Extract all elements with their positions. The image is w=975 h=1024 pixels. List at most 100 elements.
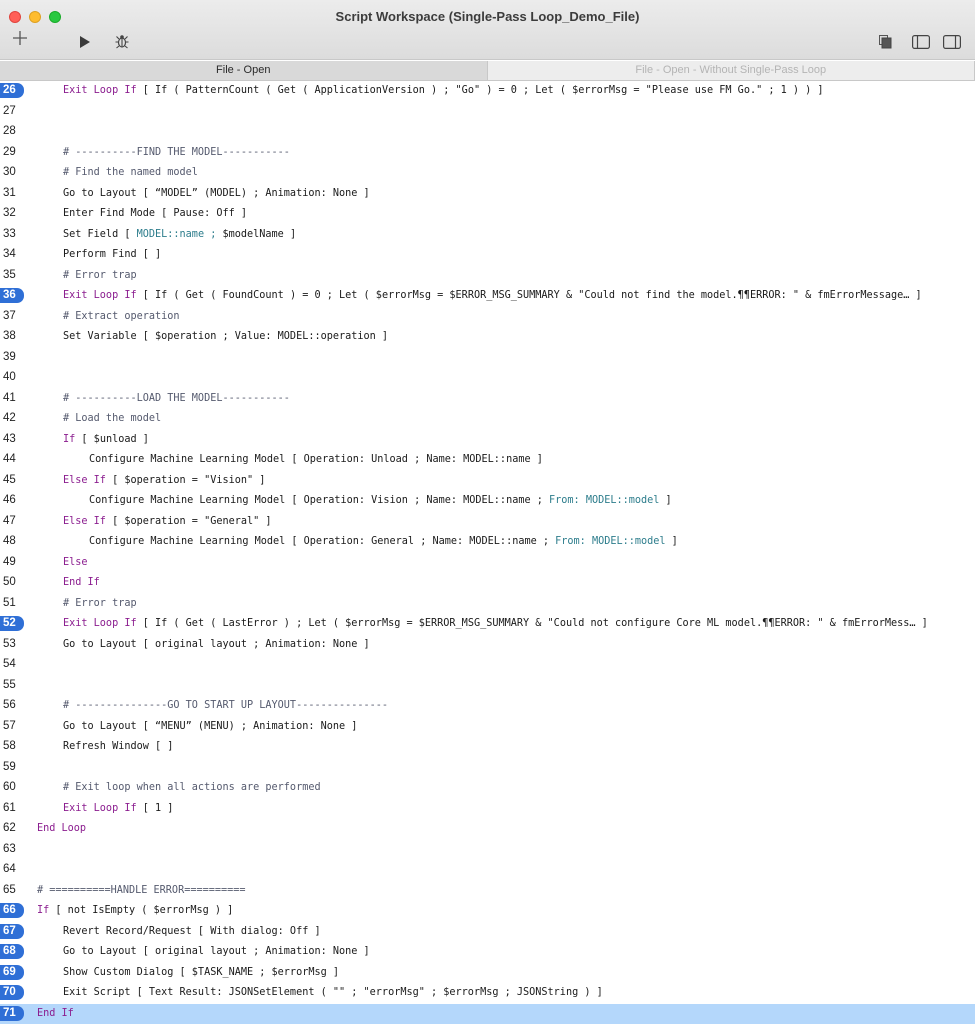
line-number[interactable]: 51 [0, 596, 24, 611]
script-line[interactable]: 61 Exit Loop If [ 1 ] [0, 799, 975, 820]
script-line[interactable]: 69 Show Custom Dialog [ $TASK_NAME ; $err… [0, 963, 975, 984]
line-number[interactable]: 45 [0, 473, 24, 488]
script-step[interactable]: # Exit loop when all actions are perform… [63, 781, 321, 795]
script-line[interactable]: 68 Go to Layout [ original layout ; Anima… [0, 942, 975, 963]
line-number[interactable]: 37 [0, 309, 24, 324]
script-line[interactable]: 30 # Find the named model [0, 163, 975, 184]
script-line[interactable]: 52 Exit Loop If [ If ( Get ( LastError ) … [0, 614, 975, 635]
script-step[interactable]: If [ not IsEmpty ( $errorMsg ) ] [37, 904, 233, 918]
line-number[interactable]: 44 [0, 452, 24, 467]
script-step[interactable]: Go to Layout [ “MENU” (MENU) ; Animation… [63, 720, 357, 734]
script-step[interactable]: Revert Record/Request [ With dialog: Off… [63, 925, 321, 939]
script-line[interactable]: 41 # ----------LOAD THE MODEL----------- [0, 389, 975, 410]
script-step[interactable]: End Loop [37, 822, 86, 836]
breakpoint-line-number[interactable]: 52 [0, 616, 24, 631]
script-line[interactable]: 48 Configure Machine Learning Model [ Ope… [0, 532, 975, 553]
line-number[interactable]: 63 [0, 842, 24, 857]
script-step[interactable]: Perform Find [ ] [63, 248, 161, 262]
script-step[interactable]: Else If [ $operation = "Vision" ] [63, 474, 265, 488]
breakpoint-line-number[interactable]: 26 [0, 83, 24, 98]
line-number[interactable]: 65 [0, 883, 24, 898]
script-line[interactable]: 70 Exit Script [ Text Result: JSONSetElem… [0, 983, 975, 1004]
line-number[interactable]: 28 [0, 124, 24, 139]
line-number[interactable]: 62 [0, 821, 24, 836]
line-number[interactable]: 43 [0, 432, 24, 447]
breakpoint-line-number[interactable]: 71 [0, 1005, 24, 1021]
script-step[interactable]: If [ $unload ] [63, 433, 149, 447]
script-line[interactable]: 60 # Exit loop when all actions are perfo… [0, 778, 975, 799]
line-number[interactable]: 27 [0, 104, 24, 119]
script-step[interactable]: Exit Loop If [ 1 ] [63, 802, 173, 816]
script-step[interactable]: Configure Machine Learning Model [ Opera… [89, 453, 543, 467]
sidebar-right-icon[interactable] [943, 35, 961, 54]
script-line[interactable]: 44 Configure Machine Learning Model [ Ope… [0, 450, 975, 471]
script-step[interactable]: # ==========HANDLE ERROR========== [37, 884, 246, 898]
breakpoint-line-number[interactable]: 36 [0, 288, 24, 303]
script-step[interactable]: # ----------LOAD THE MODEL----------- [63, 392, 290, 406]
line-number[interactable]: 41 [0, 391, 24, 406]
script-line[interactable]: 32 Enter Find Mode [ Pause: Off ] [0, 204, 975, 225]
script-line[interactable]: 37 # Extract operation [0, 307, 975, 328]
script-step[interactable]: End If [37, 1007, 74, 1021]
line-number[interactable]: 47 [0, 514, 24, 529]
breakpoint-line-number[interactable]: 68 [0, 944, 24, 959]
script-step[interactable]: Configure Machine Learning Model [ Opera… [89, 535, 678, 549]
line-number[interactable]: 57 [0, 719, 24, 734]
line-number[interactable]: 48 [0, 534, 24, 549]
line-number[interactable]: 40 [0, 370, 24, 385]
breakpoint-line-number[interactable]: 66 [0, 903, 24, 918]
script-line[interactable]: 63 [0, 840, 975, 861]
script-step[interactable]: Go to Layout [ original layout ; Animati… [63, 638, 370, 652]
line-number[interactable]: 33 [0, 227, 24, 242]
script-step[interactable]: # Find the named model [63, 166, 198, 180]
script-line[interactable]: 71 End If [0, 1003, 975, 1024]
line-number[interactable]: 61 [0, 801, 24, 816]
script-line[interactable]: 36 Exit Loop If [ If ( Get ( FoundCount )… [0, 286, 975, 307]
line-number[interactable]: 58 [0, 739, 24, 754]
line-number[interactable]: 38 [0, 329, 24, 344]
script-step[interactable]: # ----------FIND THE MODEL----------- [63, 146, 290, 160]
debug-bug-icon[interactable] [114, 33, 130, 54]
line-number[interactable]: 50 [0, 575, 24, 590]
script-line[interactable]: 40 [0, 368, 975, 389]
script-step[interactable]: # Error trap [63, 269, 137, 283]
script-line[interactable]: 67 Revert Record/Request [ With dialog: O… [0, 922, 975, 943]
script-line[interactable]: 38 Set Variable [ $operation ; Value: MOD… [0, 327, 975, 348]
script-step[interactable]: Enter Find Mode [ Pause: Off ] [63, 207, 247, 221]
script-step[interactable]: End If [63, 576, 100, 590]
line-number[interactable]: 39 [0, 350, 24, 365]
script-line[interactable]: 35 # Error trap [0, 266, 975, 287]
script-line[interactable]: 28 [0, 122, 975, 143]
line-number[interactable]: 53 [0, 637, 24, 652]
line-number[interactable]: 34 [0, 247, 24, 262]
line-number[interactable]: 29 [0, 145, 24, 160]
script-step[interactable]: Set Field [ MODEL::name ; $modelName ] [63, 228, 296, 242]
script-step[interactable]: Exit Loop If [ If ( Get ( FoundCount ) =… [63, 289, 922, 303]
script-editor[interactable]: 26 Exit Loop If [ If ( PatternCount ( Get… [0, 81, 975, 1024]
script-line[interactable]: 43 If [ $unload ] [0, 430, 975, 451]
script-step[interactable]: Refresh Window [ ] [63, 740, 173, 754]
script-step[interactable]: Go to Layout [ “MODEL” (MODEL) ; Animati… [63, 187, 370, 201]
script-line[interactable]: 31 Go to Layout [ “MODEL” (MODEL) ; Anima… [0, 184, 975, 205]
breakpoint-line-number[interactable]: 67 [0, 923, 24, 939]
script-line[interactable]: 56 # ---------------GO TO START UP LAYOUT… [0, 696, 975, 717]
script-step[interactable]: Go to Layout [ original layout ; Animati… [63, 945, 370, 959]
sidebar-left-icon[interactable] [912, 35, 930, 54]
line-number[interactable]: 31 [0, 186, 24, 201]
script-step[interactable]: Exit Loop If [ If ( PatternCount ( Get (… [63, 84, 824, 98]
line-number[interactable]: 64 [0, 862, 24, 877]
script-step[interactable]: Else If [ $operation = "General" ] [63, 515, 272, 529]
line-number[interactable]: 30 [0, 165, 24, 180]
script-step[interactable]: # Extract operation [63, 310, 180, 324]
script-step[interactable]: Exit Loop If [ If ( Get ( LastError ) ; … [63, 617, 928, 631]
line-number[interactable]: 59 [0, 760, 24, 775]
line-number[interactable]: 49 [0, 555, 24, 570]
breakpoint-line-number[interactable]: 70 [0, 985, 24, 1000]
script-line[interactable]: 27 [0, 102, 975, 123]
line-number[interactable]: 42 [0, 411, 24, 426]
script-step[interactable]: Configure Machine Learning Model [ Opera… [89, 494, 672, 508]
script-step[interactable]: # ---------------GO TO START UP LAYOUT--… [63, 699, 388, 713]
line-number[interactable]: 56 [0, 698, 24, 713]
script-line[interactable]: 49 Else [0, 553, 975, 574]
script-line[interactable]: 58 Refresh Window [ ] [0, 737, 975, 758]
